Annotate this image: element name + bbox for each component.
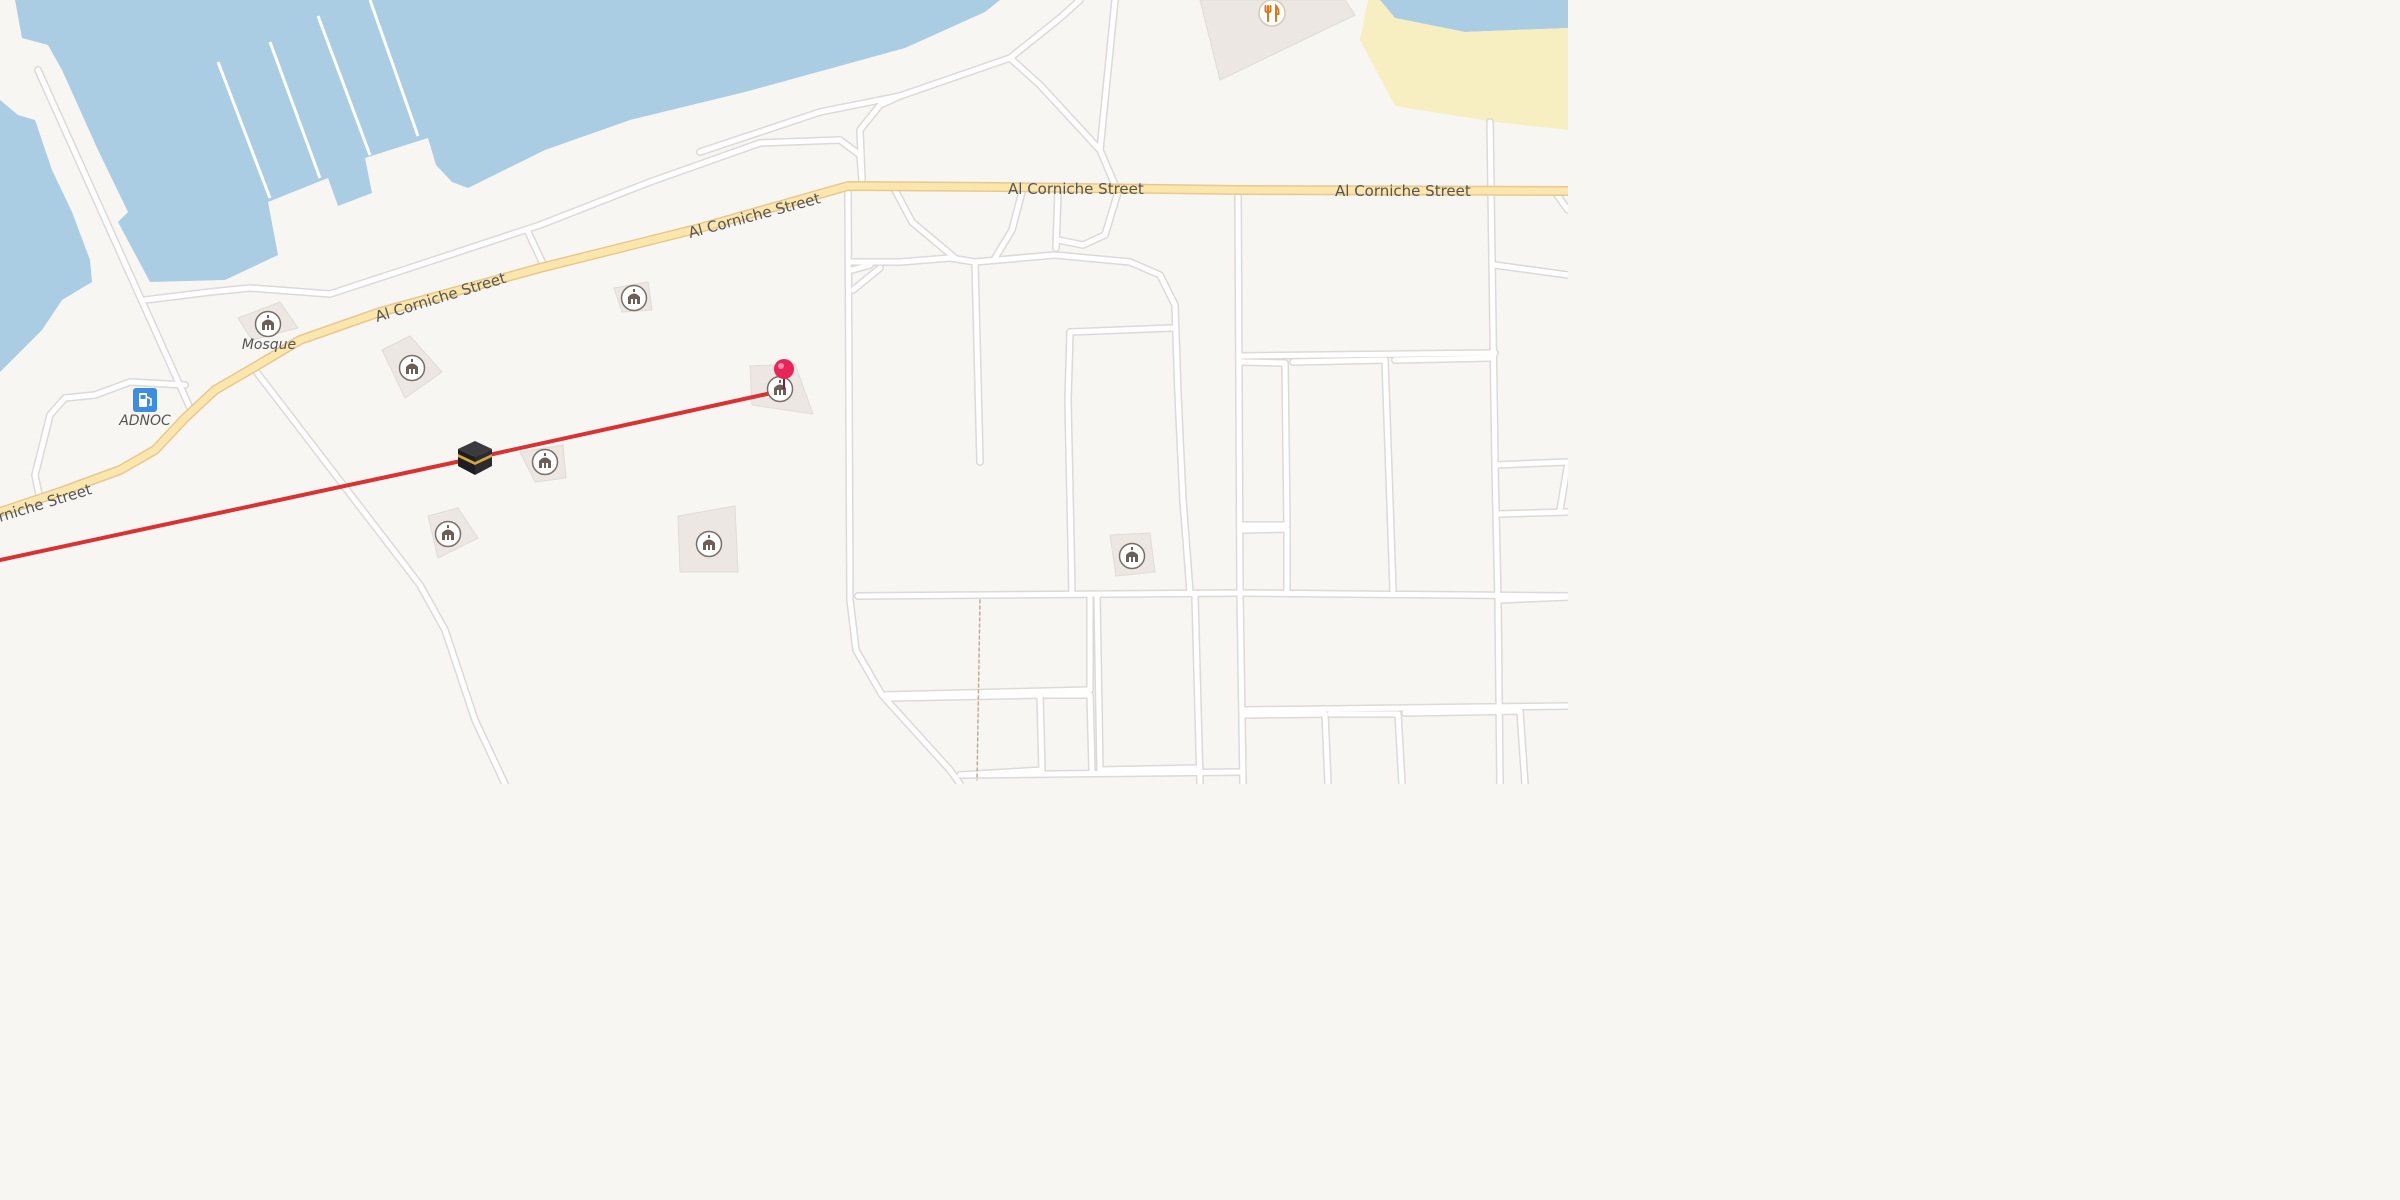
mosque-icon[interactable]: [766, 375, 794, 403]
map-canvas[interactable]: Al Corniche Street Al Corniche Street Al…: [0, 0, 1568, 784]
fork-knife-icon[interactable]: [1258, 0, 1286, 27]
mosque-icon[interactable]: [620, 284, 648, 312]
mosque-icon[interactable]: [398, 354, 426, 382]
mosque-icon[interactable]: [531, 448, 559, 476]
fuel-pump-icon[interactable]: [133, 388, 157, 412]
street-label-corniche: Al Corniche Street: [1008, 180, 1144, 198]
mosque-icon[interactable]: [434, 520, 462, 548]
poi-label-fuel: ADNOC: [118, 413, 171, 429]
mosque-icon[interactable]: [1118, 542, 1146, 570]
poi-label-mosque: Mosque: [242, 337, 296, 353]
street-label-corniche: Al Corniche Street: [1335, 182, 1471, 200]
mosque-icon[interactable]: [695, 530, 723, 558]
mosque-icon[interactable]: [254, 310, 282, 338]
